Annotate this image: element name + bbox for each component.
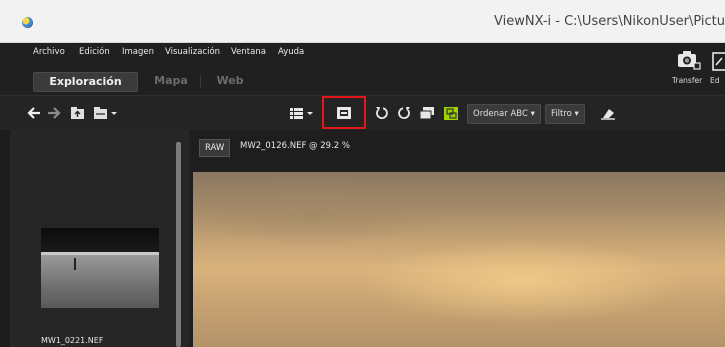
tab-bar: Exploración Mapa Web	[0, 63, 725, 95]
label-highlight-icon[interactable]	[443, 106, 459, 120]
forward-arrow-icon[interactable]	[47, 106, 61, 120]
thumbnail-sidebar: MW1_0221.NEF	[0, 130, 189, 347]
menu-ventana[interactable]: Ventana	[231, 47, 266, 57]
filter-label: Filtro	[551, 109, 572, 119]
sort-abc-dropdown[interactable]: Ordenar ABC ▾	[467, 104, 541, 124]
app-icon	[22, 17, 33, 28]
rotate-right-icon[interactable]	[398, 106, 412, 120]
view-mode-icon[interactable]	[289, 106, 315, 120]
tab-separator	[200, 76, 201, 88]
menu-edicion[interactable]: Edición	[79, 47, 110, 57]
transfer-label: Transfer	[672, 76, 703, 85]
tab-web[interactable]: Web	[210, 72, 250, 90]
edit-icon	[712, 52, 725, 71]
tab-exploracion[interactable]: Exploración	[33, 72, 138, 92]
menu-archivo[interactable]: Archivo	[33, 47, 65, 57]
tab-mapa[interactable]: Mapa	[146, 72, 196, 90]
transfer-button[interactable]: Transfer	[672, 48, 708, 90]
edit-label: Ed	[710, 76, 720, 85]
screenshot-frame: ViewNX-i - C:\Users\NikonUser\Pictu Arch…	[0, 0, 725, 347]
viewer-header: RAW MW2_0126.NEF @ 29.2 %	[190, 137, 725, 159]
chevron-down-icon: ▾	[530, 109, 535, 119]
edit-button[interactable]: Ed	[710, 48, 725, 90]
menu-visualizacion[interactable]: Visualización	[165, 47, 220, 57]
raw-badge: RAW	[199, 139, 231, 157]
window-title: ViewNX-i - C:\Users\NikonUser\Pictu	[494, 14, 725, 29]
folder-up-icon[interactable]	[70, 106, 86, 120]
filter-dropdown[interactable]: Filtro ▾	[545, 104, 585, 124]
rotate-left-icon[interactable]	[374, 106, 388, 120]
sidebar-edge	[0, 130, 10, 347]
highlight-box	[322, 96, 366, 129]
window-titlebar: ViewNX-i - C:\Users\NikonUser\Pictu	[0, 0, 725, 43]
menu-ayuda[interactable]: Ayuda	[278, 47, 304, 57]
app-window: Archivo Edición Imagen Visualización Ven…	[0, 43, 725, 347]
sidebar-scrollbar-thumb[interactable]	[176, 142, 181, 347]
image-viewer: RAW MW2_0126.NEF @ 29.2 %	[190, 130, 725, 347]
eraser-icon[interactable]	[600, 106, 616, 120]
sort-label: Ordenar ABC	[473, 109, 528, 119]
thumbnail-filename: MW1_0221.NEF	[41, 336, 104, 345]
thumbnail-image[interactable]	[41, 228, 159, 308]
main-photo[interactable]	[193, 172, 725, 347]
file-info: MW2_0126.NEF @ 29.2 %	[240, 141, 350, 151]
back-arrow-icon[interactable]	[27, 106, 41, 120]
compare-windows-icon[interactable]	[419, 106, 435, 120]
camera-transfer-icon	[678, 51, 701, 70]
menu-imagen[interactable]: Imagen	[122, 47, 154, 57]
folder-menu-icon[interactable]	[93, 106, 119, 120]
chevron-down-icon: ▾	[574, 109, 579, 119]
menubar: Archivo Edición Imagen Visualización Ven…	[0, 43, 725, 63]
